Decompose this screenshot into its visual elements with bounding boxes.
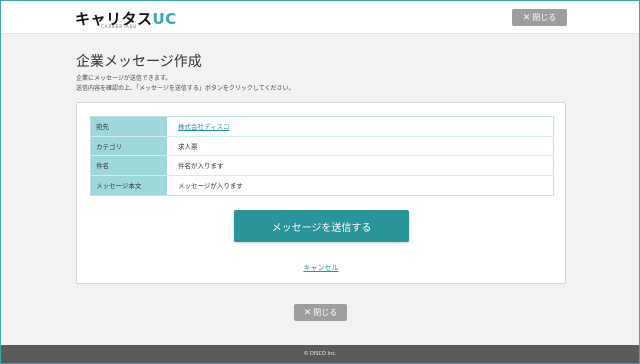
cancel-link[interactable]: キャンセル bbox=[304, 264, 339, 272]
copyright-text: © DISCO Inc. bbox=[303, 351, 337, 357]
close-icon: ✕ bbox=[303, 307, 312, 318]
header: キャリタスUC CAREERTASU ✕ 閉じる bbox=[1, 1, 639, 34]
table-value-cell: メッセージが入ります bbox=[167, 175, 553, 195]
logo-subtitle: CAREERTASU bbox=[101, 24, 138, 29]
table-header-cell: カテゴリ bbox=[91, 136, 167, 155]
close-label: 閉じる bbox=[532, 13, 557, 22]
description-line-2: 送信内容を確認の上、「メッセージを送信する」ボタンをクリックしてください。 bbox=[76, 85, 295, 92]
table-value-cell: 件名が入ります bbox=[167, 156, 553, 175]
message-panel: 宛先 株式会社ディスコ カテゴリ 求人票 件名 件名が入ります メッセージ本文 … bbox=[76, 102, 566, 284]
page-title: 企業メッセージ作成 bbox=[76, 54, 202, 70]
message-info-table: 宛先 株式会社ディスコ カテゴリ 求人票 件名 件名が入ります メッセージ本文 … bbox=[90, 116, 554, 196]
table-value-cell: 求人票 bbox=[167, 136, 553, 155]
table-header-cell: 宛先 bbox=[91, 117, 167, 136]
logo-accent: UC bbox=[152, 10, 177, 28]
table-row-recipient: 宛先 株式会社ディスコ bbox=[91, 117, 553, 137]
footer: © DISCO Inc. bbox=[1, 345, 639, 363]
table-row-body: メッセージ本文 メッセージが入ります bbox=[91, 175, 553, 195]
description-line-1: 企業にメッセージが送信できます。 bbox=[76, 75, 172, 82]
table-header-cell: メッセージ本文 bbox=[91, 175, 167, 195]
recipient-link[interactable]: 株式会社ディスコ bbox=[178, 121, 230, 131]
table-row-subject: 件名 件名が入ります bbox=[91, 156, 553, 176]
close-label: 閉じる bbox=[313, 308, 338, 317]
close-button-bottom[interactable]: ✕ 閉じる bbox=[294, 304, 347, 321]
table-header-cell: 件名 bbox=[91, 156, 167, 175]
close-button-top[interactable]: ✕ 閉じる bbox=[512, 9, 567, 26]
cancel-container: キャンセル bbox=[77, 263, 565, 273]
send-message-button[interactable]: メッセージを送信する bbox=[234, 210, 409, 242]
close-icon: ✕ bbox=[522, 12, 531, 23]
table-value-cell: 株式会社ディスコ bbox=[167, 117, 553, 136]
table-row-category: カテゴリ 求人票 bbox=[91, 136, 553, 156]
